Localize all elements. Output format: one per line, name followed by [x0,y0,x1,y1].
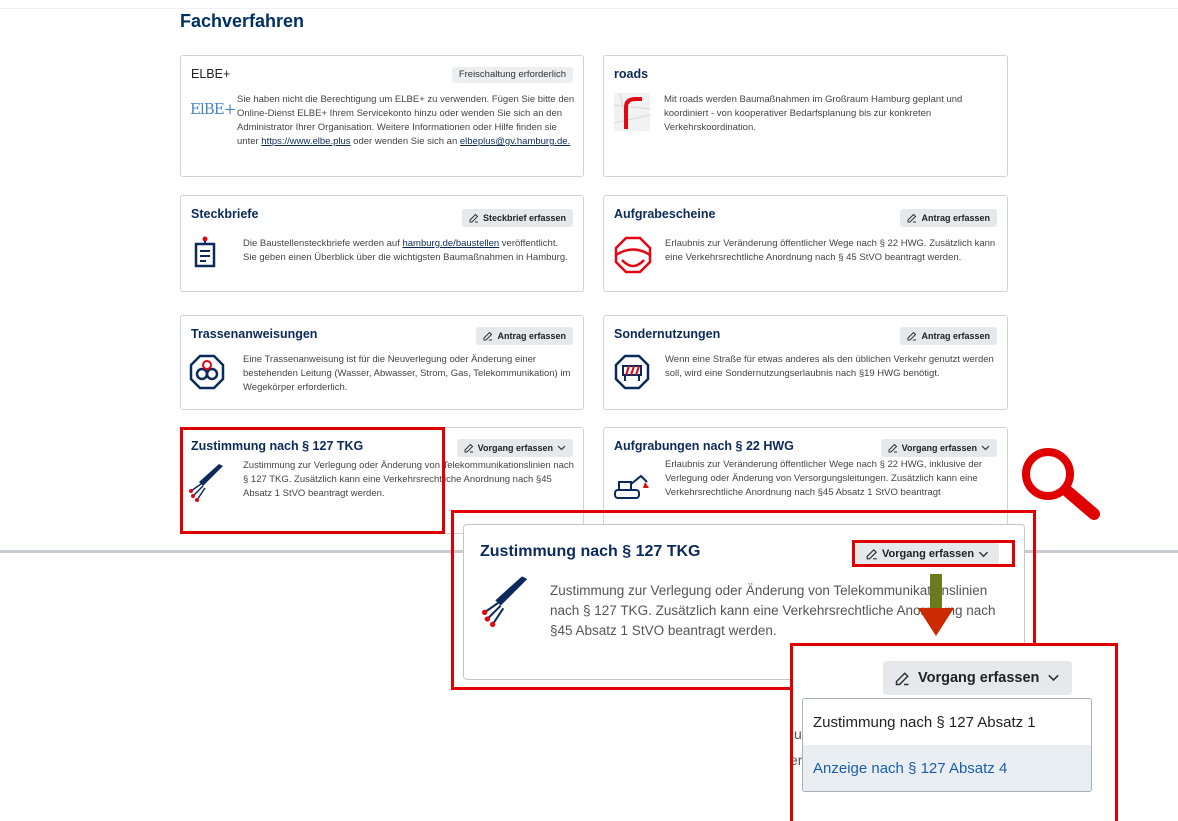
pipes-icon [189,354,225,395]
card-description: Wenn eine Straße für etwas anderes als d… [665,354,994,379]
card-title: Trassenanweisungen [191,327,318,341]
peek-text-1: u [794,726,802,742]
card-title: Aufgrabescheine [614,207,716,221]
card-description: Eine Trassenanweisung ist für die Neuver… [243,354,571,393]
edit-icon [483,331,493,341]
edit-icon [907,331,917,341]
card-trassenanweisungen: Trassenanweisungen Antrag erfassen Eine … [180,315,584,410]
section-title: Fachverfahren [180,11,305,31]
menu-item-absatz-4[interactable]: Anzeige nach § 127 Absatz 4 [803,745,1091,791]
card-description: Mit roads werden Baumaßnahmen im Großrau… [664,94,963,133]
card-elbe: ELBE+ Freischaltung erforderlich ElBE+ S… [180,55,584,177]
card-description: Erlaubnis zur Veränderung öffentlicher W… [665,238,996,263]
card-description: Die Baustellensteckbriefe werden auf ham… [243,238,568,263]
card-title: Zustimmung nach § 127 TKG [191,439,364,453]
card-zustimmung-tkg: Zustimmung nach § 127 TKG Vorgang erfass… [180,427,584,534]
dig-permit-icon [614,236,652,279]
elbe-website-link[interactable]: https://www.elbe.plus [261,136,350,147]
fiber-cable-icon [189,464,225,509]
chevron-down-icon [1048,674,1060,682]
dropdown-menu: Zustimmung nach § 127 Absatz 1 Anzeige n… [802,698,1092,792]
document-icon [193,236,217,273]
card-steckbriefe: Steckbriefe Steckbrief erfassen Die Baus… [180,195,584,292]
card-title: roads [614,67,649,81]
vorgang-erfassen-button[interactable]: Vorgang erfassen [456,439,573,457]
card-sondernutzungen: Sondernutzungen Antrag erfassen Wenn ein… [603,315,1008,410]
elbe-email-link[interactable]: elbeplus@gv.hamburg.de. [460,136,570,147]
antrag-erfassen-button[interactable]: Antrag erfassen [900,209,997,227]
excavator-icon [613,472,651,507]
card-description: Sie haben nicht die Berechtigung um ELBE… [237,94,575,147]
vorgang-erfassen-button[interactable]: Vorgang erfassen [880,439,997,457]
chevron-down-icon [557,445,566,451]
vorgang-erfassen-button[interactable]: Vorgang erfassen [856,543,1000,565]
barrier-icon [614,354,650,395]
card-title: Aufgrabungen nach § 22 HWG [614,439,794,453]
fiber-cable-icon [482,575,530,636]
elbe-logo-icon: ElBE+ [190,100,236,118]
top-divider [0,8,1178,9]
edit-icon [888,443,897,453]
peek-text-2: er [790,752,803,768]
roads-logo-icon [613,92,651,136]
vorgang-erfassen-dropdown-button[interactable]: Vorgang erfassen [883,661,1073,695]
card-aufgrabungen-hwg: Aufgrabungen nach § 22 HWG Vorgang erfas… [603,427,1008,534]
antrag-erfassen-button[interactable]: Antrag erfassen [476,327,573,345]
edit-icon [469,213,479,223]
card-title: Sondernutzungen [614,327,721,341]
chevron-down-icon [979,551,989,557]
edit-icon [464,443,473,453]
steckbrief-erfassen-button[interactable]: Steckbrief erfassen [461,209,573,227]
down-arrow-icon [918,574,954,641]
chevron-down-icon [981,445,990,451]
edit-icon [907,213,917,223]
magnifier-icon [1010,440,1102,527]
card-roads[interactable]: roads Mit roads werden Baumaßnahmen im G… [603,55,1008,177]
card-description: Erlaubnis zur Veränderung öffentlicher W… [665,459,983,498]
edit-icon [866,548,878,560]
card-title: ELBE+ [191,67,231,81]
status-badge: Freischaltung erforderlich [451,67,573,83]
zoomed-card-title: Zustimmung nach § 127 TKG [480,543,701,560]
card-aufgrabescheine: Aufgrabescheine Antrag erfassen Erlaubni… [603,195,1008,292]
antrag-erfassen-button[interactable]: Antrag erfassen [900,327,997,345]
edit-icon [895,671,909,685]
card-description: Zustimmung zur Verlegung oder Änderung v… [243,460,574,499]
card-title: Steckbriefe [191,207,259,221]
baustellen-link[interactable]: hamburg.de/baustellen [402,238,499,249]
menu-item-absatz-1[interactable]: Zustimmung nach § 127 Absatz 1 [803,699,1091,745]
